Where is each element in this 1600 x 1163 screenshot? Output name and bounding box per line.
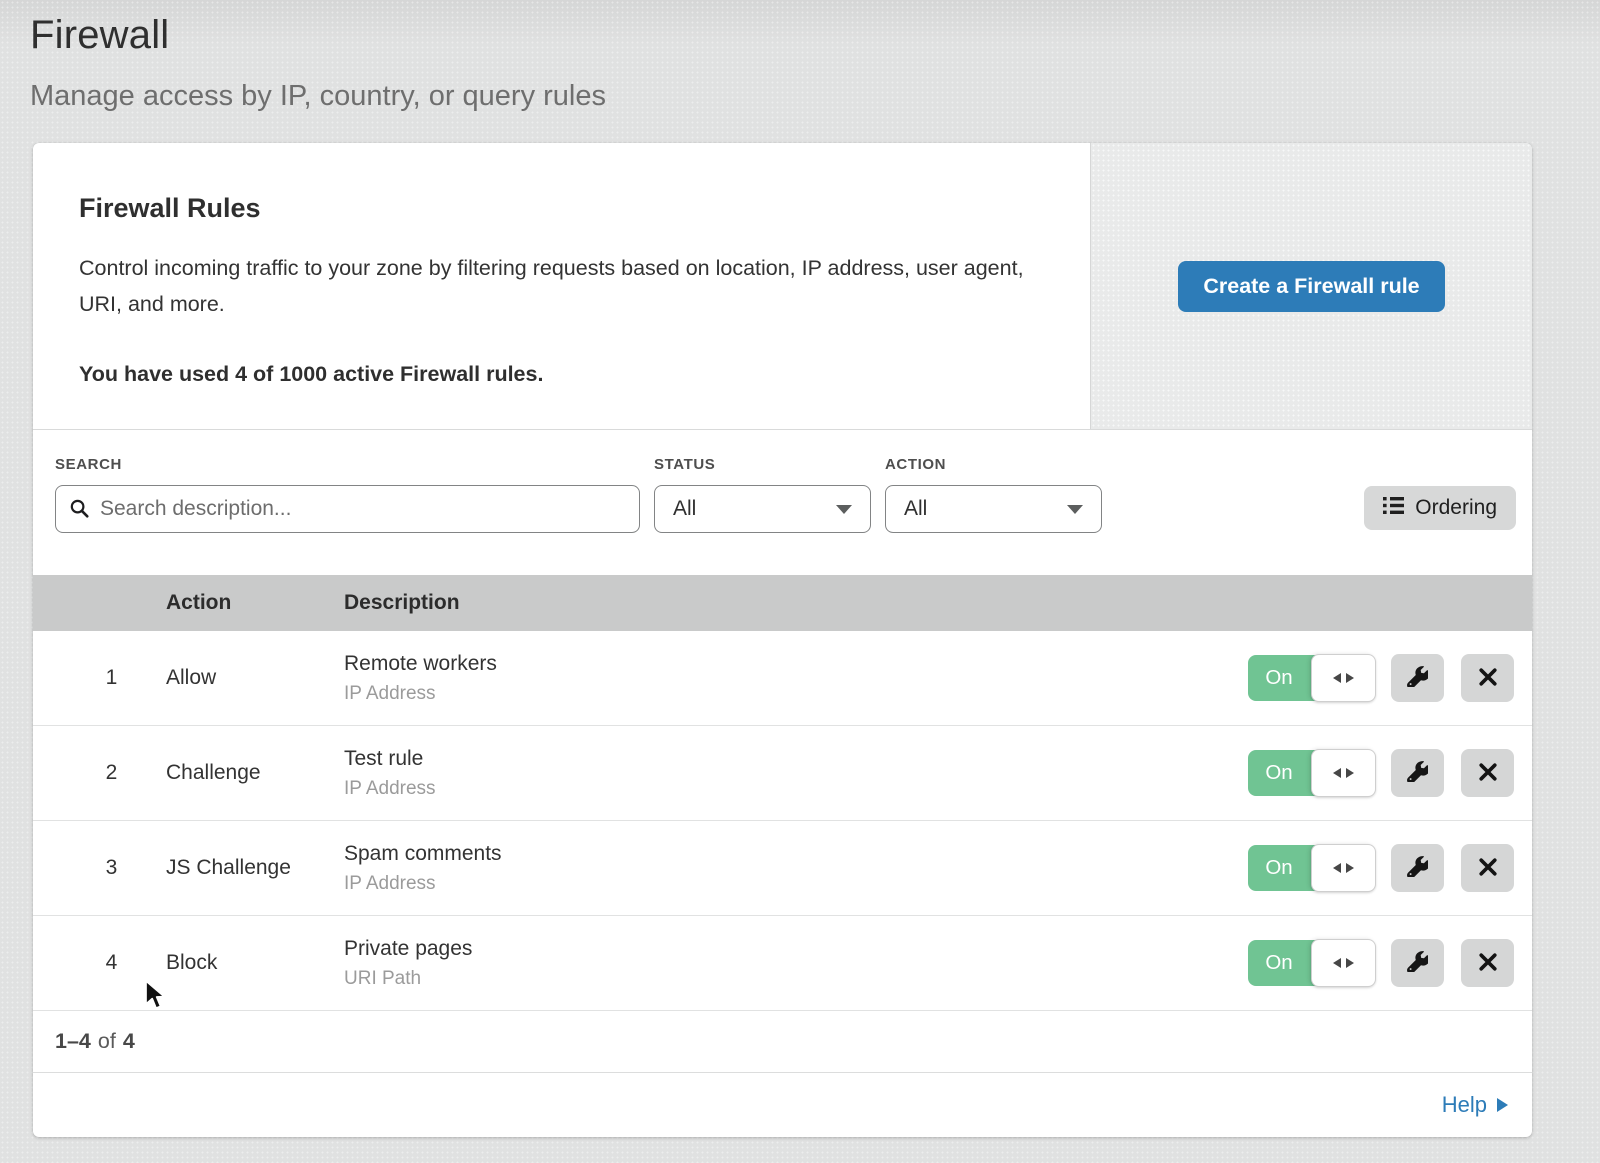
search-filter-group: SEARCH <box>55 456 640 533</box>
create-rule-panel: Create a Firewall rule <box>1090 143 1532 429</box>
toggle-handle-icon[interactable] <box>1311 749 1376 797</box>
rule-controls: On <box>1248 749 1514 797</box>
page-title: Firewall <box>30 13 1600 58</box>
rule-controls: On <box>1248 654 1514 702</box>
firewall-rules-card: Firewall Rules Control incoming traffic … <box>33 143 1532 1137</box>
edit-rule-button[interactable] <box>1391 939 1444 987</box>
edit-rule-button[interactable] <box>1391 749 1444 797</box>
rule-match-field: URI Path <box>344 968 1248 990</box>
action-select-value: All <box>904 497 927 521</box>
rule-description-cell: Test rule IP Address <box>344 747 1248 800</box>
page-subtitle: Manage access by IP, country, or query r… <box>30 80 1600 113</box>
intro-section: Firewall Rules Control incoming traffic … <box>33 143 1532 430</box>
chevron-down-icon <box>1067 505 1083 514</box>
page-header: Firewall Manage access by IP, country, o… <box>0 0 1600 113</box>
action-label: ACTION <box>885 456 1102 473</box>
rule-enabled-toggle[interactable]: On <box>1248 940 1374 986</box>
create-firewall-rule-button[interactable]: Create a Firewall rule <box>1178 261 1444 312</box>
search-label: SEARCH <box>55 456 640 473</box>
status-label: STATUS <box>654 456 871 473</box>
help-link-label: Help <box>1442 1092 1487 1118</box>
pagination-range: 1–4 <box>55 1029 91 1054</box>
search-input[interactable] <box>55 485 640 533</box>
status-select[interactable]: All <box>654 485 871 533</box>
rule-description: Spam comments <box>344 842 1248 866</box>
rule-match-field: IP Address <box>344 683 1248 705</box>
chevron-down-icon <box>836 505 852 514</box>
help-link[interactable]: Help <box>1442 1092 1508 1118</box>
action-column-header: Action <box>166 591 344 615</box>
ordering-button-label: Ordering <box>1415 496 1497 520</box>
filters-bar: SEARCH STATUS All ACTION All <box>33 430 1532 575</box>
rule-match-field: IP Address <box>344 778 1248 800</box>
table-row: 3 JS Challenge Spam comments IP Address … <box>33 821 1532 916</box>
rule-enabled-toggle[interactable]: On <box>1248 750 1374 796</box>
action-select[interactable]: All <box>885 485 1102 533</box>
rule-priority: 4 <box>33 951 166 975</box>
rule-action: Block <box>166 951 344 975</box>
intro-description: Control incoming traffic to your zone by… <box>79 250 1024 322</box>
intro-usage-count: You have used 4 of 1000 active Firewall … <box>79 362 1040 387</box>
rule-action: JS Challenge <box>166 856 344 880</box>
wrench-icon <box>1407 761 1428 785</box>
rule-priority: 3 <box>33 856 166 880</box>
toggle-handle-icon[interactable] <box>1311 844 1376 892</box>
wrench-icon <box>1407 856 1428 880</box>
pagination: 1–4 of 4 <box>33 1011 1532 1073</box>
delete-rule-button[interactable] <box>1461 844 1514 892</box>
rule-description-cell: Remote workers IP Address <box>344 652 1248 705</box>
toggle-on-label: On <box>1248 750 1310 796</box>
rule-enabled-toggle[interactable]: On <box>1248 655 1374 701</box>
intro-text-panel: Firewall Rules Control incoming traffic … <box>33 143 1090 429</box>
intro-heading: Firewall Rules <box>79 193 1040 224</box>
rule-controls: On <box>1248 939 1514 987</box>
edit-rule-button[interactable] <box>1391 844 1444 892</box>
rules-table-header: Action Description <box>33 575 1532 631</box>
chevron-right-icon <box>1497 1098 1508 1112</box>
toggle-handle-icon[interactable] <box>1311 654 1376 702</box>
rule-action: Allow <box>166 666 344 690</box>
rules-table-body: 1 Allow Remote workers IP Address On <box>33 631 1532 1011</box>
delete-rule-button[interactable] <box>1461 654 1514 702</box>
rule-description-cell: Private pages URI Path <box>344 937 1248 990</box>
wrench-icon <box>1407 951 1428 975</box>
edit-rule-button[interactable] <box>1391 654 1444 702</box>
pagination-total: 4 <box>123 1029 135 1054</box>
toggle-on-label: On <box>1248 655 1310 701</box>
rule-priority: 2 <box>33 761 166 785</box>
close-icon <box>1478 952 1498 975</box>
status-filter-group: STATUS All <box>654 456 871 533</box>
rule-controls: On <box>1248 844 1514 892</box>
toggle-on-label: On <box>1248 845 1310 891</box>
status-select-value: All <box>673 497 696 521</box>
action-filter-group: ACTION All <box>885 456 1102 533</box>
card-footer: Help <box>33 1073 1532 1136</box>
table-row: 1 Allow Remote workers IP Address On <box>33 631 1532 726</box>
rule-priority: 1 <box>33 666 166 690</box>
delete-rule-button[interactable] <box>1461 939 1514 987</box>
close-icon <box>1478 667 1498 690</box>
rule-enabled-toggle[interactable]: On <box>1248 845 1374 891</box>
rule-description: Test rule <box>344 747 1248 771</box>
search-icon <box>69 498 90 524</box>
ordering-list-icon <box>1383 496 1404 521</box>
ordering-button[interactable]: Ordering <box>1364 486 1516 530</box>
rule-description: Private pages <box>344 937 1248 961</box>
pagination-of: of <box>98 1029 116 1054</box>
close-icon <box>1478 857 1498 880</box>
table-row: 4 Block Private pages URI Path On <box>33 916 1532 1011</box>
toggle-handle-icon[interactable] <box>1311 939 1376 987</box>
delete-rule-button[interactable] <box>1461 749 1514 797</box>
rule-description-cell: Spam comments IP Address <box>344 842 1248 895</box>
table-row: 2 Challenge Test rule IP Address On <box>33 726 1532 821</box>
rule-match-field: IP Address <box>344 873 1248 895</box>
rule-description: Remote workers <box>344 652 1248 676</box>
description-column-header: Description <box>344 591 1532 615</box>
close-icon <box>1478 762 1498 785</box>
rule-action: Challenge <box>166 761 344 785</box>
wrench-icon <box>1407 666 1428 690</box>
toggle-on-label: On <box>1248 940 1310 986</box>
